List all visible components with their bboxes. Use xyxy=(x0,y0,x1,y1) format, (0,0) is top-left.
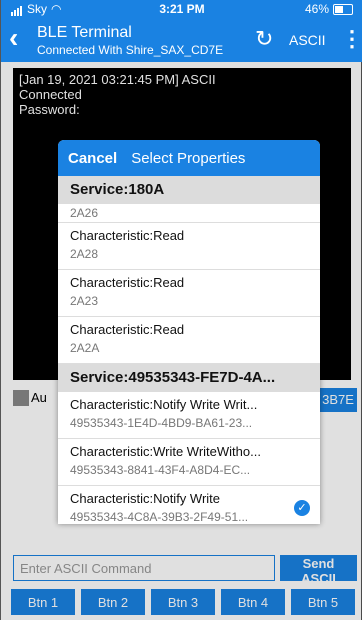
characteristic-name: Characteristic:Read xyxy=(70,275,185,290)
cancel-button[interactable]: Cancel xyxy=(68,150,117,167)
characteristic-item[interactable]: Characteristic:Read 2A23 xyxy=(58,270,320,317)
characteristic-item[interactable]: Characteristic:Read 2A28 xyxy=(58,223,320,270)
characteristic-name: Characteristic:Write WriteWitho... xyxy=(70,444,261,459)
status-bar: Sky ◠ 3:21 PM 46% xyxy=(1,0,362,18)
checkmark-icon: ✓ xyxy=(294,500,310,516)
app-screen: Sky ◠ 3:21 PM 46% ‹ BLE Terminal Connect… xyxy=(0,0,362,620)
characteristic-item-selected[interactable]: Characteristic:Notify Write 49535343-4C8… xyxy=(58,486,320,524)
characteristic-uuid: 49535343-1E4D-4BD9-BA61-23... xyxy=(70,416,253,430)
battery-percent: 46% xyxy=(304,2,329,16)
dialog-header: Cancel Select Properties xyxy=(58,140,320,176)
mode-button[interactable]: ASCII xyxy=(289,32,326,48)
characteristic-item[interactable]: Characteristic:Read 2A2A xyxy=(58,317,320,364)
characteristic-uuid: 2A2A xyxy=(70,341,100,355)
refresh-icon[interactable]: ↻ xyxy=(255,26,273,52)
characteristic-item[interactable]: Characteristic:Notify Write Writ... 4953… xyxy=(58,392,320,439)
characteristic-uuid: 2A23 xyxy=(70,294,99,308)
characteristic-uuid: 2A28 xyxy=(70,247,99,261)
more-icon[interactable]: ⋮ xyxy=(341,26,362,52)
characteristic-uuid: 49535343-4C8A-39B3-2F49-51... xyxy=(70,510,249,524)
dialog-title: Select Properties xyxy=(131,149,246,167)
characteristic-item[interactable]: Characteristic:Write WriteWitho... 49535… xyxy=(58,439,320,486)
nav-subtitle: Connected With Shire_SAX_CD7E xyxy=(37,43,224,57)
nav-title: BLE Terminal xyxy=(37,24,132,41)
service-header: Service:49535343-FE7D-4A... xyxy=(58,364,320,392)
nav-bar: ‹ BLE Terminal Connected With Shire_SAX_… xyxy=(1,18,362,62)
back-chevron-icon[interactable]: ‹ xyxy=(9,22,18,54)
properties-list[interactable]: Service:180A 2A26 Characteristic:Read 2A… xyxy=(58,176,320,524)
characteristic-name: Characteristic:Read xyxy=(70,322,185,337)
service-header: Service:180A xyxy=(58,176,320,204)
characteristic-name: Characteristic:Notify Write xyxy=(70,491,221,506)
battery-icon xyxy=(333,3,353,15)
characteristic-uuid: 49535343-8841-43F4-A8D4-EC... xyxy=(70,463,251,477)
characteristic-item[interactable]: 2A26 xyxy=(58,204,320,223)
select-properties-dialog: Cancel Select Properties Service:180A 2A… xyxy=(58,140,320,524)
characteristic-name: Characteristic:Notify Write Writ... xyxy=(70,397,258,412)
characteristic-uuid: 2A26 xyxy=(70,206,99,220)
characteristic-name: Characteristic:Read xyxy=(70,228,185,243)
battery-info: 46% xyxy=(305,2,353,16)
